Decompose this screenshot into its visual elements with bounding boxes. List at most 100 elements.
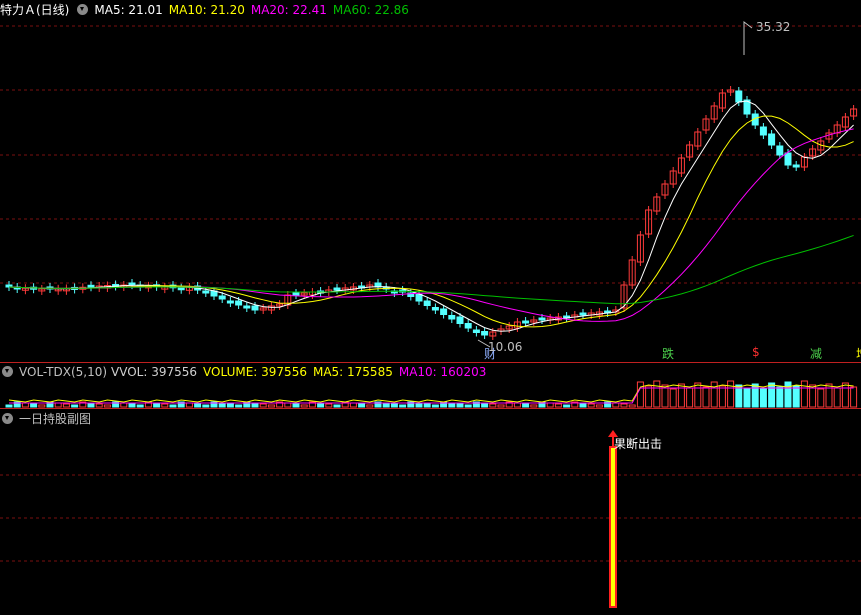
candle-body [177,287,185,291]
volume-bar [382,402,390,408]
volume-bar [415,402,423,408]
main-legend: 特力Ａ(日线) MA5: 21.01 MA10: 21.20 MA20: 22.41 M… [0,0,421,20]
vol-title[interactable]: VOL-TDX(5,10) [19,365,107,379]
event-marker: 增 [856,345,861,362]
candle-body [472,329,480,333]
candle-body [243,305,251,309]
dropdown-icon[interactable] [2,413,13,424]
volume-bar [194,403,202,408]
volume-bar [784,381,792,408]
volume-bar [153,402,161,408]
volume-bar [185,402,193,408]
volume-bar [226,403,234,408]
candle-body [235,300,243,306]
vol-legend-item: MA10: 160203 [398,365,487,379]
volume-bar [587,403,595,408]
volume-bar [21,402,29,408]
volume-bar [267,404,275,408]
volume-bar [284,402,292,408]
volume-bar [653,380,661,408]
volume-bar [522,403,530,408]
volume-bar [349,402,357,408]
candle-body [456,316,464,324]
volume-bar [95,403,103,408]
candle-body [481,331,489,336]
volume-bar [30,403,38,408]
vol-legend-item: MA5: 175585 [312,365,393,379]
volume-bar [825,383,833,408]
volume-bar [128,403,136,408]
sub-title[interactable]: 一日持股副图 [19,412,91,426]
ma-legend-item: MA20: 22.41 [250,3,327,17]
candle-body [776,145,784,156]
volume-bar [169,404,177,408]
volume-bar [38,404,46,408]
volume-bar [841,382,849,408]
candle-body [735,90,743,103]
candle-body [226,300,234,304]
volume-bar [800,380,808,408]
candle-body [292,292,300,296]
candle-body [768,133,776,146]
high-pointer [743,21,753,55]
candle-body [448,315,456,320]
volume-bar [54,402,62,408]
volume-bar [768,382,776,408]
candle-body [440,308,448,315]
volume-bar [358,403,366,408]
candle-body [464,323,472,329]
volume-bar [554,403,562,408]
volume-bar [120,402,128,408]
volume-bar [71,404,79,408]
volume-bar [497,404,505,408]
volume-bar [399,404,407,408]
candle-body [538,317,546,321]
ma-line [8,100,854,332]
volume-bar [686,387,694,408]
volume-bar [456,403,464,408]
volume-bar [743,388,751,408]
volume-bar [694,382,702,408]
volume-bar [636,381,644,408]
candle-body [218,295,226,300]
event-marker: 减 [810,347,823,361]
volume-bar [513,402,521,408]
signal-bar [609,446,617,608]
sub-legend: 一日持股副图 [0,409,97,429]
volume-bar [218,402,226,408]
volume-bar [431,404,439,408]
volume-bar [817,388,825,408]
volume-bar [759,387,767,408]
kline-chart[interactable] [0,0,861,615]
volume-bar [103,404,111,408]
signal-label: 果断出击 [614,437,663,451]
ma-legend-item: MA5: 21.01 [94,3,163,17]
stock-title[interactable]: 特力Ａ(日线) [0,3,69,17]
volume-bar [333,404,341,408]
dropdown-icon[interactable] [77,4,89,15]
volume-bar [317,402,325,408]
ma-legend-item: MA10: 21.20 [168,3,245,17]
candle-body [423,300,431,306]
volume-bar [235,404,243,408]
volume-bar [792,385,800,408]
candle-body [579,312,587,316]
volume-bar [448,402,456,408]
candle-body [415,294,423,302]
volume-bar [366,404,374,408]
candle-body [792,164,800,168]
dropdown-icon[interactable] [2,366,13,377]
volume-bar [300,404,308,408]
volume-bar [702,386,710,408]
ma-legend-item: MA60: 22.86 [332,3,409,17]
volume-bar [620,403,628,408]
volume-bar [464,404,472,408]
high-price-label: 35.32 [756,20,791,34]
volume-bar [325,403,333,408]
volume-bar [390,403,398,408]
volume-bar [530,404,538,408]
volume-bar [612,402,620,408]
vol-legend-item: VVOL: 397556 [111,365,198,379]
volume-bar [292,403,300,408]
candle-body [431,307,439,311]
